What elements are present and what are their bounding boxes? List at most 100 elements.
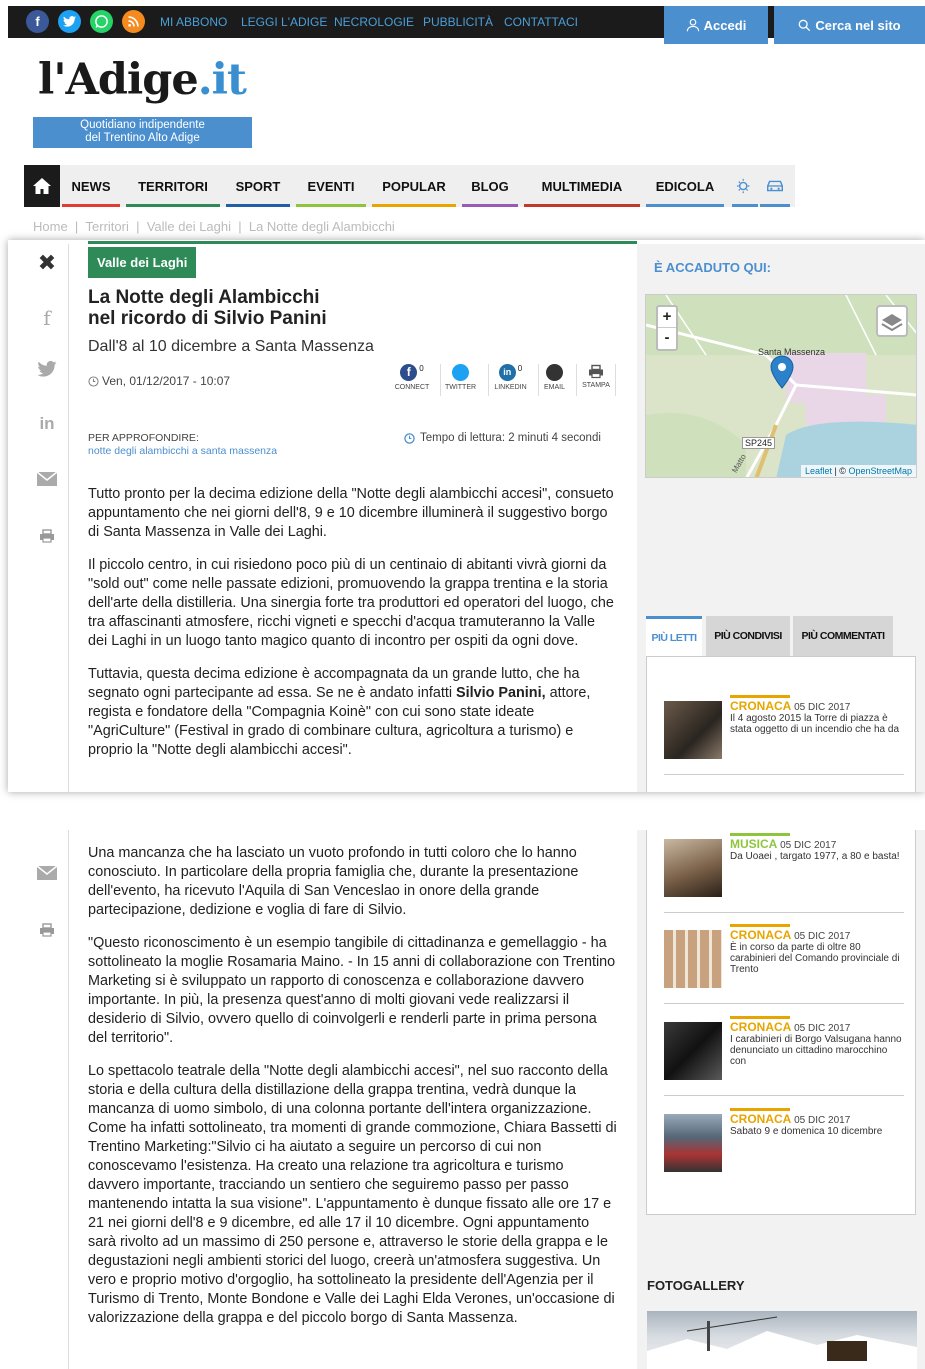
news-date: 05 DIC 2017	[794, 931, 851, 942]
article-paragraph: Tuttavia, questa decima edizione è accom…	[88, 666, 591, 758]
news-thumbnail[interactable]	[664, 1022, 722, 1080]
divider	[664, 774, 904, 775]
nav-sport[interactable]: SPORT	[226, 165, 290, 207]
email-share-icon[interactable]	[35, 864, 59, 887]
home-icon[interactable]	[24, 165, 60, 207]
share-email[interactable]: EMAIL	[538, 364, 570, 396]
share-print[interactable]: STAMPA	[576, 364, 616, 396]
news-date: 05 DIC 2017	[794, 1115, 851, 1126]
rss-icon[interactable]	[122, 10, 145, 33]
news-excerpt: Il 4 agosto 2015 la Torre di piazza è st…	[730, 713, 900, 735]
facebook-icon[interactable]: f	[26, 10, 49, 33]
search-label: Cerca nel sito	[815, 17, 901, 33]
map-layers-icon[interactable]	[876, 305, 908, 337]
share-linkedin[interactable]: in 0 LINKEDIN	[488, 364, 532, 396]
news-item[interactable]: CRONACA 05 DIC 2017 È in corso da parte d…	[664, 924, 904, 1000]
nav-multimedia[interactable]: MULTIMEDIA	[524, 165, 640, 207]
nav-blog[interactable]: BLOG	[462, 165, 518, 207]
news-excerpt: È in corso da parte di oltre 80 carabini…	[730, 942, 900, 975]
facebook-connect-icon: f	[400, 364, 418, 381]
related-label: PER APPROFONDIRE:	[88, 432, 199, 444]
news-item[interactable]: CRONACA 05 DIC 2017 Sabato 9 e domenica 1…	[664, 1108, 904, 1184]
link-leggi-adige[interactable]: LEGGI L'ADIGE	[241, 15, 327, 29]
news-thumbnail[interactable]	[664, 839, 722, 897]
news-category: CRONACA	[730, 699, 792, 713]
category-badge[interactable]: Valle dei Laghi	[88, 247, 197, 278]
breadcrumb-valle[interactable]: Valle dei Laghi	[147, 219, 231, 234]
category-rule	[88, 241, 637, 244]
weather-icon[interactable]	[732, 165, 758, 207]
user-icon	[686, 18, 699, 32]
link-mi-abbono[interactable]: MI ABBONO	[160, 15, 227, 29]
print-share-icon[interactable]	[35, 920, 59, 943]
twitter-share-icon[interactable]	[35, 360, 59, 383]
tab-piu-commentati[interactable]: PIÙ COMMENTATI	[793, 616, 893, 656]
fotogallery-image[interactable]	[647, 1311, 917, 1369]
news-category: CRONACA	[730, 1020, 792, 1034]
map-zoom-control: + -	[656, 305, 678, 351]
article-date-text: Ven, 01/12/2017 - 10:07	[102, 374, 231, 388]
nav-eventi[interactable]: EVENTI	[296, 165, 366, 207]
twitter-icon[interactable]	[58, 10, 81, 33]
news-category: CRONACA	[730, 1112, 792, 1126]
site-logo[interactable]: l'Adige.it	[38, 55, 247, 105]
clock-icon	[404, 432, 415, 444]
link-contattaci[interactable]: CONTATTACI	[504, 15, 578, 29]
nav-territori[interactable]: TERRITORI	[126, 165, 220, 207]
map-widget[interactable]: + - Santa Massenza SP245 Matto Leaflet |…	[645, 294, 917, 478]
logo-main: l'Adige	[38, 55, 199, 105]
news-excerpt: Sabato 9 e domenica 10 dicembre	[730, 1126, 883, 1137]
osm-link[interactable]: OpenStreetMap	[848, 466, 912, 476]
map-title: È ACCADUTO QUI:	[654, 260, 771, 275]
reading-time: Tempo di lettura: 2 minuti 4 secondi	[404, 432, 601, 444]
map-zoom-out-button[interactable]: -	[658, 328, 676, 348]
map-marker-icon[interactable]	[770, 355, 794, 394]
share-row: f0 CONNECT TWITTER in 0 LINKEDIN EMAIL ST…	[392, 364, 622, 396]
map-zoom-in-button[interactable]: +	[658, 307, 676, 328]
link-necrologie[interactable]: NECROLOGIE	[334, 15, 414, 29]
news-thumbnail[interactable]	[664, 930, 722, 988]
tab-piu-condivisi[interactable]: PIÙ CONDIVISI	[706, 616, 790, 656]
whatsapp-icon[interactable]	[90, 10, 113, 33]
news-thumbnail[interactable]	[664, 1114, 722, 1172]
share-facebook[interactable]: f0 CONNECT	[392, 364, 432, 396]
nav-edicola[interactable]: EDICOLA	[646, 165, 724, 207]
nav-popular[interactable]: POPULAR	[372, 165, 456, 207]
print-share-icon[interactable]	[35, 526, 59, 549]
leaflet-link[interactable]: Leaflet	[805, 466, 832, 476]
twitter-round-icon	[452, 364, 469, 381]
breadcrumb-home[interactable]: Home	[33, 219, 68, 234]
site-tagline: Quotidiano indipendente del Trentino Alt…	[33, 117, 252, 148]
article-paragraph: Tutto pronto per la decima edizione dell…	[88, 486, 614, 540]
nav-news[interactable]: NEWS	[62, 165, 120, 207]
link-pubblicita[interactable]: PUBBLICITÀ	[423, 15, 493, 29]
search-button[interactable]: Cerca nel sito	[774, 6, 925, 44]
map-attribution: Leaflet | © OpenStreetMap	[800, 465, 916, 477]
share-column-bottom	[24, 830, 69, 1369]
fotogallery-title: FOTOGALLERY	[647, 1278, 745, 1293]
reading-time-text: Tempo di lettura: 2 minuti 4 secondi	[420, 432, 601, 444]
news-thumbnail[interactable]	[664, 701, 722, 759]
divider	[664, 1095, 904, 1096]
news-category: MUSICA	[730, 837, 778, 851]
search-icon	[799, 19, 811, 31]
linkedin-share-icon[interactable]: in	[35, 414, 59, 434]
login-label: Accedi	[703, 17, 747, 33]
share-column: ✖ f in	[24, 244, 69, 792]
facebook-share-icon[interactable]: f	[35, 306, 59, 330]
article-paragraph: Una mancanza che ha lasciato un vuoto pr…	[88, 845, 579, 918]
main-nav: NEWS TERRITORI SPORT EVENTI POPULAR BLOG…	[24, 165, 795, 207]
tagline-line-2: del Trentino Alto Adige	[85, 132, 200, 144]
news-item[interactable]: CRONACA 05 DIC 2017 I carabinieri di Borg…	[664, 1016, 904, 1092]
traffic-car-icon[interactable]	[760, 165, 790, 207]
email-share-icon[interactable]	[35, 470, 59, 493]
related-link[interactable]: notte degli alambicchi a santa massenza	[88, 445, 277, 458]
news-item[interactable]: MUSICA 05 DIC 2017 Da Uoaei , targato 197…	[664, 833, 904, 909]
share-twitter[interactable]: TWITTER	[440, 364, 480, 396]
close-icon[interactable]: ✖	[35, 250, 59, 276]
breadcrumb-territori[interactable]: Territori	[86, 219, 129, 234]
news-item[interactable]: CRONACA 05 DIC 2017 Il 4 agosto 2015 la T…	[664, 695, 904, 771]
tab-piu-letti[interactable]: PIÙ LETTI	[646, 616, 702, 656]
login-button[interactable]: Accedi	[664, 6, 768, 44]
divider	[664, 912, 904, 913]
